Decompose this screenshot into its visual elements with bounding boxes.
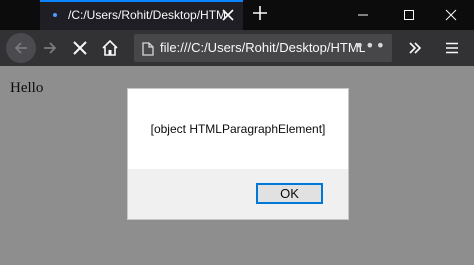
back-button[interactable] (6, 33, 36, 63)
stop-close-icon (73, 41, 87, 55)
nav-toolbar: file:///C:/Users/Rohit/Desktop/HTML ••• (0, 30, 474, 66)
alert-message: [object HTMLParagraphElement] (150, 122, 326, 136)
forward-button[interactable] (40, 38, 60, 58)
tab-close-icon[interactable] (221, 7, 235, 21)
tab-loading-indicator (53, 13, 57, 17)
overflow-button[interactable] (405, 38, 425, 58)
alert-dialog: [object HTMLParagraphElement] OK (128, 89, 348, 219)
home-button[interactable] (100, 38, 120, 58)
hello-paragraph: Hello (10, 80, 44, 96)
hamburger-icon (446, 42, 458, 54)
url-text[interactable]: file:///C:/Users/Rohit/Desktop/HTML (160, 40, 365, 55)
tab-strip: /C:/Users/Rohit/Desktop/HTML (0, 0, 474, 30)
ok-button[interactable]: OK (256, 183, 323, 204)
chevron-double-right-icon (409, 42, 422, 54)
tab-title: /C:/Users/Rohit/Desktop/HTML (68, 8, 226, 22)
page-actions-more-icon[interactable]: ••• (355, 36, 386, 55)
page-icon (142, 41, 154, 60)
arrow-right-icon (44, 42, 57, 54)
close-window-icon[interactable] (428, 0, 474, 30)
arrow-left-icon (14, 42, 27, 54)
browser-tab[interactable]: /C:/Users/Rohit/Desktop/HTML (40, 0, 243, 30)
stop-button[interactable] (70, 38, 90, 58)
menu-button[interactable] (442, 38, 462, 58)
minimize-icon[interactable] (340, 0, 386, 30)
url-bar[interactable]: file:///C:/Users/Rohit/Desktop/HTML ••• (134, 34, 392, 62)
alert-footer: OK (128, 169, 348, 219)
maximize-icon[interactable] (386, 0, 432, 30)
new-tab-plus-icon[interactable] (252, 5, 268, 21)
home-icon (102, 39, 118, 56)
